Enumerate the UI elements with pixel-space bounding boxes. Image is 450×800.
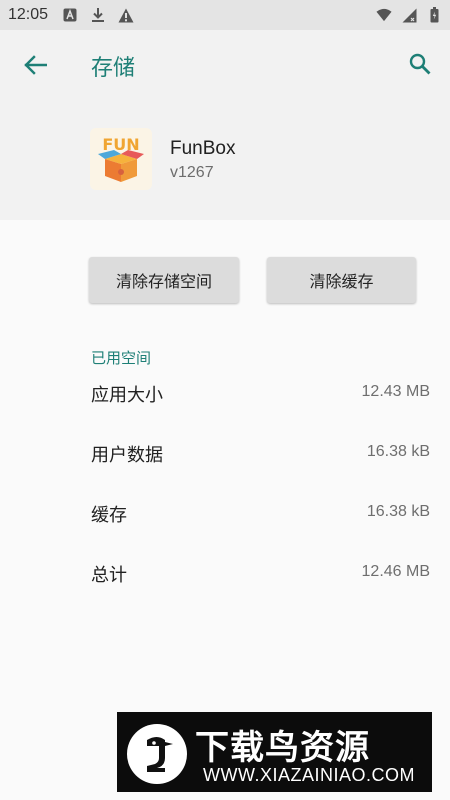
download-icon xyxy=(90,7,106,23)
row-label: 缓存 xyxy=(91,505,127,526)
warning-icon xyxy=(118,7,134,23)
row-label: 应用大小 xyxy=(91,385,163,406)
search-button[interactable] xyxy=(404,50,436,82)
status-left-icons xyxy=(62,7,134,23)
svg-text:FUN: FUN xyxy=(102,135,139,154)
row-label: 总计 xyxy=(91,565,127,586)
app-bar: 存储 xyxy=(0,30,450,102)
battery-icon xyxy=(426,7,442,23)
back-button[interactable] xyxy=(20,52,50,82)
search-icon xyxy=(408,52,432,80)
clear-cache-button[interactable]: 清除缓存 xyxy=(267,257,416,303)
signal-icon xyxy=(401,7,417,23)
watermark-title: 下载鸟资源 xyxy=(195,728,370,768)
watermark-banner: 下载鸟资源 WWW.XIAZAINIAO.COM xyxy=(117,712,432,792)
app-name: FunBox xyxy=(170,138,236,159)
row-label: 用户数据 xyxy=(91,445,163,466)
watermark-url: WWW.XIAZAINIAO.COM xyxy=(203,765,415,785)
funbox-logo: FUN xyxy=(98,135,144,182)
used-space-section-title: 已用空间 xyxy=(91,349,152,367)
app-header: FUN FunBox v1267 xyxy=(0,102,450,220)
app-version: v1267 xyxy=(170,164,214,181)
clear-storage-button[interactable]: 清除存储空间 xyxy=(89,257,239,303)
funbox-app-icon: FUN xyxy=(90,128,152,190)
status-right-icons xyxy=(376,7,442,23)
row-value: 12.43 MB xyxy=(361,383,430,400)
status-bar: 12:05 xyxy=(0,0,450,30)
storage-row-user-data: 用户数据 16.38 kB xyxy=(0,433,450,473)
storage-row-app-size: 应用大小 12.43 MB xyxy=(0,373,450,413)
storage-row-cache: 缓存 16.38 kB xyxy=(0,493,450,533)
row-value: 16.38 kB xyxy=(366,443,430,460)
row-value: 16.38 kB xyxy=(366,503,430,520)
a-notification-icon xyxy=(62,7,78,23)
storage-row-total: 总计 12.46 MB xyxy=(0,553,450,593)
status-time: 12:05 xyxy=(8,6,49,23)
arrow-left-icon xyxy=(23,55,48,79)
row-value: 12.46 MB xyxy=(361,563,430,580)
page-title: 存储 xyxy=(91,56,136,81)
bird-logo-icon xyxy=(127,724,187,784)
wifi-icon xyxy=(376,7,392,23)
